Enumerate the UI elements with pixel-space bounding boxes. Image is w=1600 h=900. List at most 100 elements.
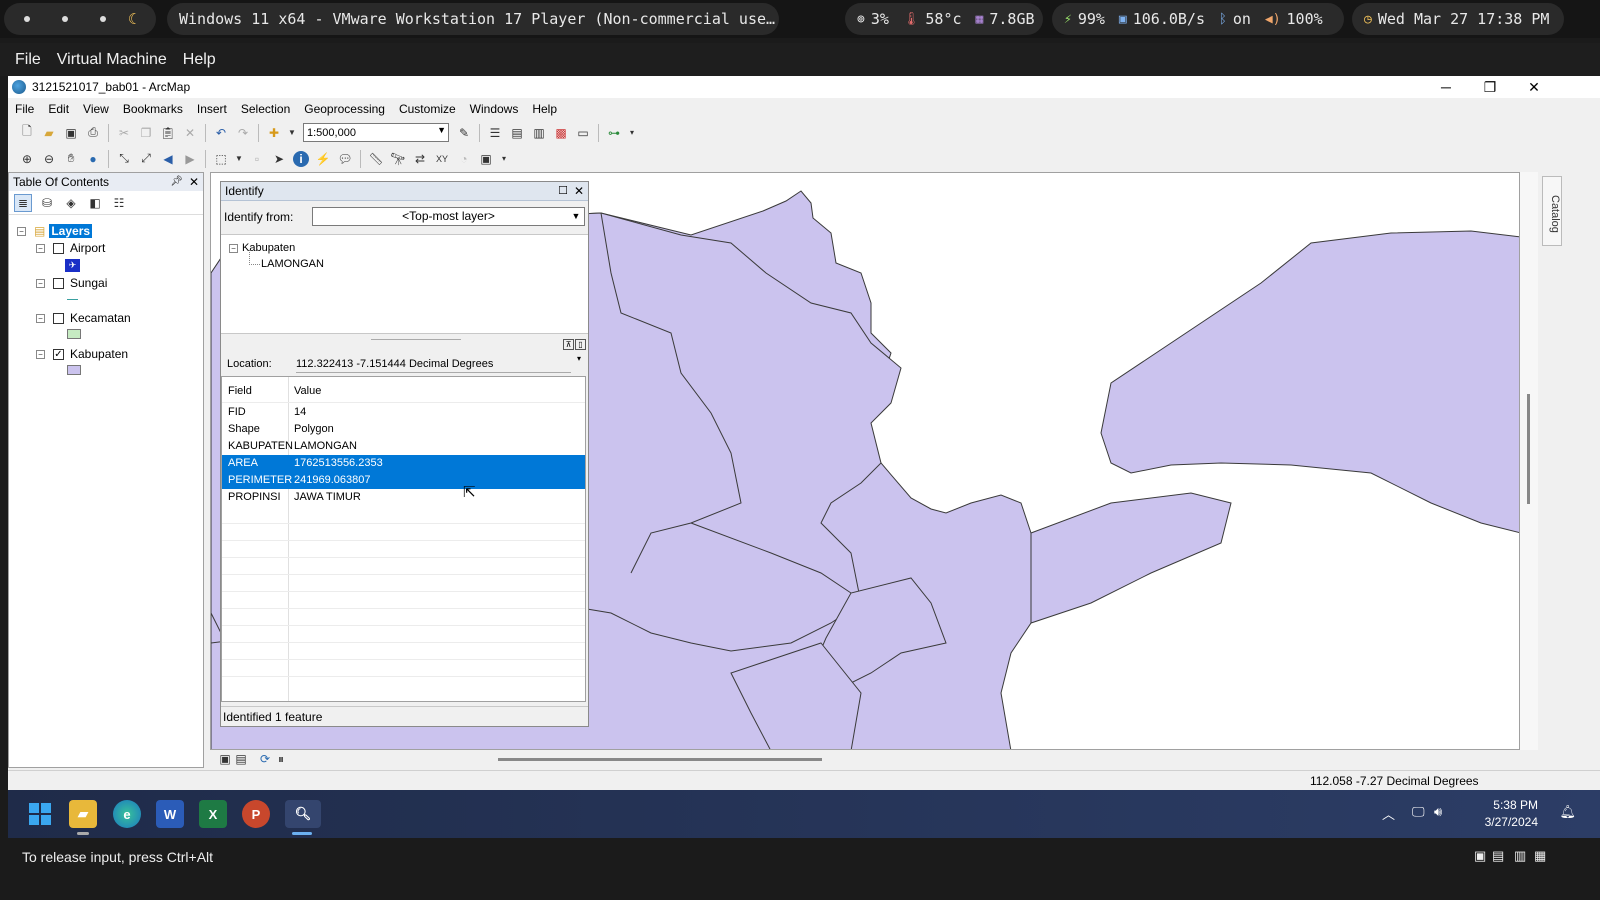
menu-file[interactable]: File <box>8 102 41 116</box>
toc-layer-kecamatan[interactable]: − Kecamatan <box>36 311 131 325</box>
chevron-down-icon[interactable]: ▼ <box>569 208 583 225</box>
catalog-side-tab[interactable]: Catalog <box>1542 176 1562 246</box>
delete-icon[interactable]: ✕ <box>182 125 198 141</box>
pin-icon[interactable]: 📌︎ <box>170 173 183 191</box>
close-button[interactable]: ✕ <box>1512 76 1556 98</box>
find-icon[interactable]: 🔭︎ <box>390 151 406 167</box>
network-icon[interactable]: 🖵︎ <box>1412 804 1425 820</box>
sound-device-icon[interactable]: ▦ <box>1534 848 1546 864</box>
minimize-button[interactable]: ─ <box>1424 76 1468 98</box>
data-view-icon[interactable]: ▣ <box>217 751 233 767</box>
collapse-icon[interactable]: − <box>36 278 45 288</box>
tree-node-feature[interactable]: LAMONGAN <box>249 250 324 270</box>
zoom-in-icon[interactable]: ⊕ <box>19 151 35 167</box>
airplane-symbol-icon[interactable]: ✈ <box>65 259 80 272</box>
cut-icon[interactable]: ✂ <box>116 125 132 141</box>
full-extent-icon[interactable]: ● <box>85 151 101 167</box>
layers-root[interactable]: − ▤ Layers <box>17 224 93 238</box>
pan-icon[interactable]: ✋︎ <box>63 151 79 167</box>
save-icon[interactable]: ▣ <box>63 125 79 141</box>
identify-icon[interactable]: i <box>293 150 309 167</box>
disk-device-icon[interactable]: ▣ <box>1474 848 1486 864</box>
kabupaten-fill-symbol[interactable] <box>67 365 81 375</box>
clock[interactable]: ◷ Wed Mar 27 17:38 PM <box>1352 3 1564 35</box>
chevron-down-icon[interactable]: ▼ <box>235 151 243 167</box>
table-of-contents-icon[interactable]: ☰ <box>487 125 503 141</box>
zoom-out-icon[interactable]: ⊖ <box>41 151 57 167</box>
collapse-icon[interactable]: − <box>36 349 45 359</box>
menu-insert[interactable]: Insert <box>190 102 234 116</box>
column-header-field[interactable]: Field <box>228 385 252 397</box>
layer-visibility-checkbox[interactable]: ✓ <box>53 348 64 360</box>
layer-visibility-checkbox[interactable] <box>53 277 64 289</box>
catalog-window-icon[interactable]: ▤ <box>509 125 525 141</box>
clear-selection-icon[interactable]: ▫ <box>249 151 265 167</box>
create-viewer-window-icon[interactable]: ▣ <box>478 151 494 167</box>
map-scale-combo[interactable]: 1:500,000 ▼ <box>303 123 449 142</box>
notification-bell-icon[interactable]: 🔔︎ <box>1559 804 1576 820</box>
workspace-switcher[interactable]: ☾ <box>4 3 156 35</box>
river-line-symbol[interactable] <box>67 299 78 300</box>
redo-icon[interactable]: ↷ <box>235 125 251 141</box>
chevron-down-icon[interactable]: ▼ <box>437 125 446 135</box>
workspace-dot-1[interactable] <box>24 16 30 22</box>
layer-visibility-checkbox[interactable] <box>53 242 64 254</box>
python-window-icon[interactable]: ▭ <box>575 125 591 141</box>
table-row[interactable]: KABUPATEN LAMONGAN <box>222 438 585 455</box>
paste-icon[interactable]: 📋︎ <box>160 125 176 141</box>
toggle-layout-icon[interactable]: ▯ <box>575 339 586 350</box>
menu-selection[interactable]: Selection <box>234 102 297 116</box>
maximize-icon[interactable]: ☐ <box>558 182 568 201</box>
layer-visibility-checkbox[interactable] <box>53 312 64 324</box>
restore-button[interactable]: ❐ <box>1468 76 1512 98</box>
table-row[interactable]: PROPINSI JAWA TIMUR <box>222 489 585 506</box>
hyperlink-icon[interactable]: ⚡ <box>315 151 331 167</box>
toolbar-options-icon[interactable]: ▾ <box>628 125 636 141</box>
vertical-scrollbar[interactable] <box>1520 172 1538 750</box>
column-header-value[interactable]: Value <box>294 385 321 397</box>
table-row-selected[interactable]: AREA 1762513556.2353 <box>222 455 585 472</box>
start-button[interactable] <box>26 800 54 828</box>
vertical-scrollbar-thumb[interactable] <box>1527 394 1530 504</box>
select-elements-icon[interactable]: ➤ <box>271 151 287 167</box>
splitter-grip[interactable] <box>371 339 461 340</box>
list-by-source-icon[interactable]: ⛁ <box>38 194 56 212</box>
copy-icon[interactable]: ❐ <box>138 125 154 141</box>
horizontal-scrollbar-thumb[interactable] <box>498 758 822 761</box>
pause-drawing-icon[interactable]: ⏸︎ <box>273 751 289 767</box>
tree-node-layer[interactable]: − Kabupaten <box>229 242 295 254</box>
table-row-selected[interactable]: PERIMETER 241969.063807 <box>222 472 585 489</box>
layout-view-icon[interactable]: ▤ <box>233 751 249 767</box>
search-window-icon[interactable]: ▥ <box>531 125 547 141</box>
menu-edit[interactable]: Edit <box>41 102 76 116</box>
arcmap-taskbar-icon[interactable]: 🔍︎ <box>285 800 321 828</box>
network-device-icon[interactable]: ▤ <box>1492 848 1504 864</box>
back-arrow-icon[interactable]: ◀ <box>160 151 176 167</box>
menu-view[interactable]: View <box>76 102 116 116</box>
expand-all-icon[interactable]: ⊼ <box>563 339 574 350</box>
menu-help[interactable]: Help <box>525 102 564 116</box>
file-explorer-icon[interactable]: ▰ <box>69 800 97 828</box>
time-slider-icon[interactable]: ◔ <box>456 151 472 167</box>
vm-menu-file[interactable]: File <box>15 51 41 69</box>
fixed-zoom-out-icon[interactable]: ⤢ <box>138 151 154 167</box>
collapse-icon[interactable]: − <box>229 243 238 253</box>
excel-icon[interactable]: X <box>199 800 227 828</box>
vm-menu-help[interactable]: Help <box>183 51 216 69</box>
toc-layer-sungai[interactable]: − Sungai <box>36 276 107 290</box>
editor-toolbar-icon[interactable]: ✎ <box>456 125 472 141</box>
list-by-visibility-icon[interactable]: ◈ <box>62 194 80 212</box>
html-popup-icon[interactable]: 💬︎ <box>337 151 353 167</box>
kecamatan-fill-symbol[interactable] <box>67 329 81 339</box>
menu-geoprocessing[interactable]: Geoprocessing <box>297 102 392 116</box>
vm-menu-virtual-machine[interactable]: Virtual Machine <box>57 51 167 69</box>
identify-from-dropdown[interactable]: <Top-most layer> ▼ <box>312 207 585 226</box>
undo-icon[interactable]: ↶ <box>213 125 229 141</box>
word-icon[interactable]: W <box>156 800 184 828</box>
measure-icon[interactable]: 📏︎ <box>368 151 384 167</box>
collapse-icon[interactable]: − <box>17 226 26 236</box>
table-row[interactable]: FID 14 <box>222 404 585 421</box>
table-row[interactable]: Shape Polygon <box>222 421 585 438</box>
find-route-icon[interactable]: ⇄ <box>412 151 428 167</box>
speaker-icon[interactable]: 🔊︎ <box>1434 804 1442 820</box>
